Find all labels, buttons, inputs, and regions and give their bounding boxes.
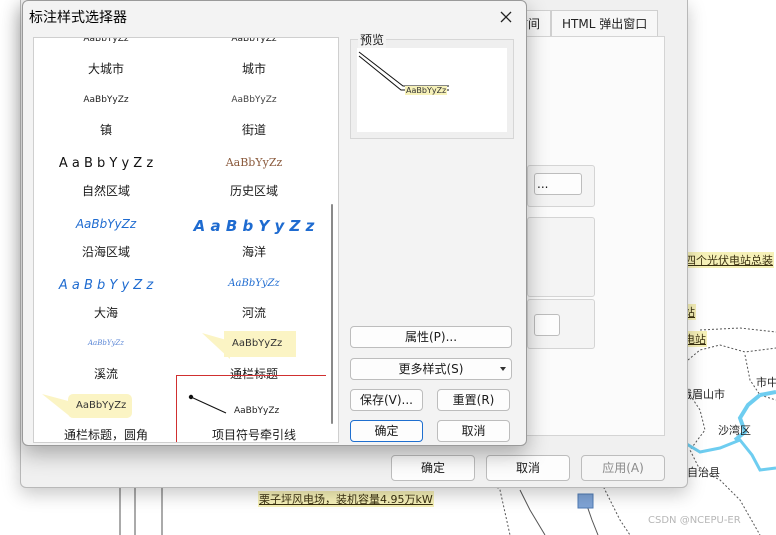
style-item-label: 海洋 <box>241 245 266 259</box>
style-sample: AaBbYyZz <box>68 394 132 418</box>
dialog-title: 标注样式选择器 <box>29 10 127 26</box>
style-sample: A a B b Y y Z z <box>58 278 154 293</box>
scrollbar-thumb[interactable] <box>331 204 333 424</box>
style-item-city[interactable]: AaBbYyZz 城市 <box>184 37 324 86</box>
preview-label: 预览 <box>358 31 387 48</box>
properties-mini-button[interactable] <box>534 314 560 336</box>
properties-ok-button[interactable]: 确定 <box>391 455 475 481</box>
style-item-label: 溪流 <box>93 367 118 381</box>
symbol-more-button[interactable]: ... <box>534 173 582 195</box>
style-item-street[interactable]: AaBbYyZz 街道 <box>184 89 324 147</box>
close-button[interactable] <box>494 5 518 29</box>
style-sample: AaBbYyZz <box>224 331 296 357</box>
map-label-wind-farm: 栗子坪风电场，装机容量4.95万kW <box>258 491 434 507</box>
ok-button[interactable]: 确定 <box>350 420 423 442</box>
style-gallery[interactable]: AaBbYyZz 大城市 AaBbYyZz 城市 AaBbYyZz 镇 AaBb… <box>33 37 339 443</box>
style-item-label: 历史区域 <box>229 184 278 198</box>
style-sample: AaBbYyZz <box>231 37 277 44</box>
properties-button[interactable]: 属性(P)... <box>350 326 512 348</box>
style-item-label: 通栏标题，圆角 <box>63 428 148 442</box>
dropdown-arrow-icon <box>500 367 506 371</box>
style-item-sea[interactable]: A a B b Y y Z z 大海 <box>36 272 176 330</box>
properties-apply-button[interactable]: 应用(A) <box>581 455 665 481</box>
close-icon <box>500 11 512 23</box>
save-button[interactable]: 保存(V)... <box>350 389 423 411</box>
style-item-historic-area[interactable]: AaBbYyZz 历史区域 <box>184 150 324 208</box>
style-item-river[interactable]: AaBbYyZz 河流 <box>184 272 324 330</box>
more-styles-label: 更多样式(S) <box>398 362 464 376</box>
style-item-label: 大海 <box>93 306 118 320</box>
properties-cancel-button[interactable]: 取消 <box>486 455 570 481</box>
style-sample: AaBbYyZz <box>83 37 129 44</box>
style-item-ocean[interactable]: A a B b Y y Z z 海洋 <box>184 211 324 269</box>
style-sample: AaBbYyZz <box>228 278 280 289</box>
style-item-town[interactable]: AaBbYyZz 镇 <box>36 89 176 147</box>
style-item-label: 沿海区域 <box>81 245 130 259</box>
style-sample: AaBbYyZz <box>225 156 283 169</box>
style-item-label: 镇 <box>99 123 112 137</box>
style-item-large-city[interactable]: AaBbYyZz 大城市 <box>36 37 176 86</box>
label-style-selector-dialog: 标注样式选择器 AaBbYyZz 大城市 AaBbYyZz 城市 AaBbYyZ… <box>22 0 527 446</box>
style-sample: AaBbYyZz <box>75 217 137 231</box>
selection-highlight <box>176 375 327 442</box>
map-label-pv: 县四个光伏电站总装 <box>673 252 774 268</box>
style-item-label: 河流 <box>241 306 266 320</box>
style-item-stream[interactable]: AaBbYyZz 溪流 <box>36 333 176 391</box>
style-sample: AaBbYyZz <box>88 339 124 347</box>
style-item-label: 大城市 <box>87 62 124 76</box>
dialog-titlebar[interactable]: 标注样式选择器 <box>23 1 526 33</box>
style-item-natural-area[interactable]: A a B b Y y Z z 自然区域 <box>36 150 176 208</box>
style-item-label: 街道 <box>241 123 266 137</box>
reset-button[interactable]: 重置(R) <box>437 389 510 411</box>
style-sample: AaBbYyZz <box>231 95 277 105</box>
properties-group-box-2 <box>527 217 595 297</box>
map-label-district: 沙湾区 <box>718 424 751 437</box>
style-item-banner-rounded[interactable]: AaBbYyZz 通栏标题，圆角 <box>36 394 176 442</box>
style-item-coastal-area[interactable]: AaBbYyZz 沿海区域 <box>36 211 176 269</box>
cancel-button[interactable]: 取消 <box>437 420 510 442</box>
style-item-label: 自然区域 <box>81 184 130 198</box>
watermark: CSDN @NCEPU-ER <box>648 515 741 526</box>
preview-frame: AaBbYyZz <box>350 39 514 139</box>
map-label-city-center: 市中 <box>756 376 776 389</box>
style-sample: AaBbYyZz <box>83 95 129 105</box>
more-styles-dropdown[interactable]: 更多样式(S) <box>350 358 512 380</box>
preview-sample: AaBbYyZz <box>405 86 448 95</box>
gallery-scrollbar[interactable] <box>326 38 338 442</box>
style-sample: A a B b Y y Z z <box>193 217 315 235</box>
style-sample: A a B b Y y Z z <box>58 156 154 171</box>
tab-html-popup[interactable]: HTML 弹出窗口 <box>551 10 659 36</box>
preview-canvas: AaBbYyZz <box>357 48 507 132</box>
style-item-label: 城市 <box>241 62 266 76</box>
